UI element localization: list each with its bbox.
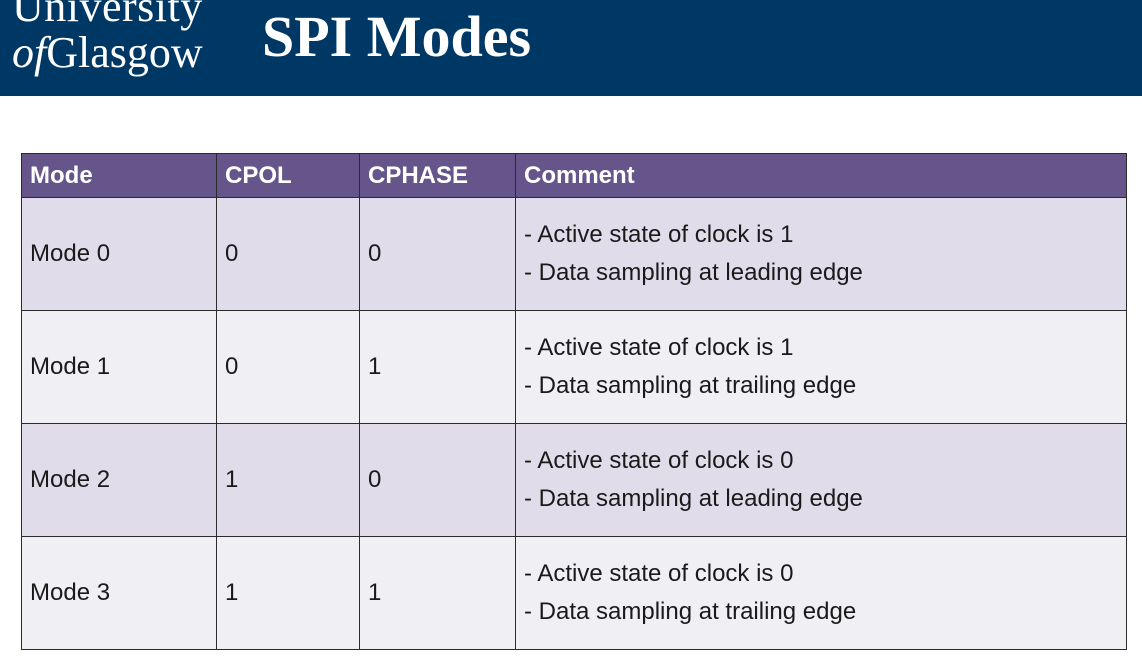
university-logo: University ofGlasgow	[12, 0, 242, 92]
column-header-comment: Comment	[515, 153, 1127, 198]
cell-comment: - Active state of clock is 1 - Data samp…	[515, 197, 1127, 311]
table-row: Mode 3 1 1 - Active state of clock is 0 …	[21, 536, 1127, 650]
slide: University ofGlasgow SPI Modes Mode CPOL…	[0, 0, 1142, 663]
comment-line-sampling: - Data sampling at leading edge	[524, 259, 863, 286]
table-row: Mode 0 0 0 - Active state of clock is 1 …	[21, 197, 1127, 311]
comment-line-clock-state: - Active state of clock is 0	[524, 447, 794, 474]
column-header-cpol: CPOL	[216, 153, 360, 198]
logo-glasgow: Glasgow	[46, 28, 203, 77]
cell-mode: Mode 2	[21, 423, 217, 537]
cell-cpol: 0	[216, 310, 360, 424]
header-bar: University ofGlasgow SPI Modes	[0, 0, 1142, 96]
cell-cphase: 0	[359, 423, 516, 537]
cell-cpol: 1	[216, 423, 360, 537]
cell-cpol: 1	[216, 536, 360, 650]
comment-line-sampling: - Data sampling at trailing edge	[524, 372, 857, 399]
cell-cpol: 0	[216, 197, 360, 311]
cell-comment: - Active state of clock is 0 - Data samp…	[515, 536, 1127, 650]
table-row: Mode 2 1 0 - Active state of clock is 0 …	[21, 423, 1127, 537]
cell-cphase: 0	[359, 197, 516, 311]
cell-cphase: 1	[359, 310, 516, 424]
comment-line-clock-state: - Active state of clock is 1	[524, 221, 794, 248]
logo-line-glasgow: ofGlasgow	[12, 28, 203, 78]
column-header-cphase: CPHASE	[359, 153, 516, 198]
cell-mode: Mode 0	[21, 197, 217, 311]
comment-line-sampling: - Data sampling at trailing edge	[524, 598, 857, 625]
table-header-row: Mode CPOL CPHASE Comment	[21, 153, 1127, 198]
logo-of: of	[12, 28, 47, 77]
cell-mode: Mode 3	[21, 536, 217, 650]
table-row: Mode 1 0 1 - Active state of clock is 1 …	[21, 310, 1127, 424]
cell-mode: Mode 1	[21, 310, 217, 424]
cell-comment: - Active state of clock is 1 - Data samp…	[515, 310, 1127, 424]
column-header-mode: Mode	[21, 153, 217, 198]
comment-line-clock-state: - Active state of clock is 1	[524, 334, 794, 361]
cell-cphase: 1	[359, 536, 516, 650]
spi-modes-table: Mode CPOL CPHASE Comment Mode 0 0 0 - Ac…	[21, 153, 1127, 650]
page-title: SPI Modes	[262, 4, 532, 69]
cell-comment: - Active state of clock is 0 - Data samp…	[515, 423, 1127, 537]
comment-line-sampling: - Data sampling at leading edge	[524, 485, 863, 512]
comment-line-clock-state: - Active state of clock is 0	[524, 560, 794, 587]
